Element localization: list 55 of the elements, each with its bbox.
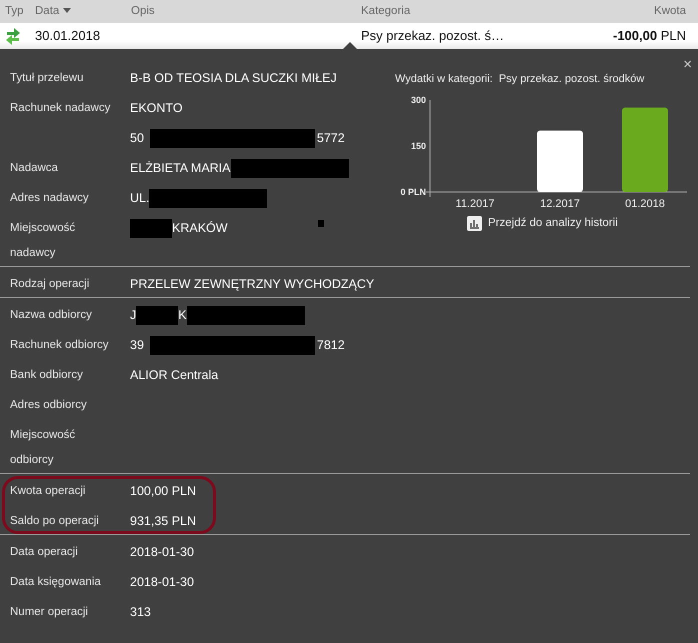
field-label: Rachunek odbiorcy (10, 338, 108, 353)
field-label: Rachunek nadawcy (10, 101, 110, 116)
redaction-bar (136, 306, 178, 325)
chart-title: Wydatki w kategorii: Psy przekaz. pozost. środków (395, 72, 646, 87)
field-value: J (130, 307, 136, 324)
field-value: 931,35 PLN (130, 513, 196, 530)
y-axis-label: 0 PLN (400, 186, 426, 196)
field-label: Data operacji (10, 545, 78, 560)
category-cell: Psy przekaz. pozost. ś… (361, 28, 504, 44)
close-button[interactable]: × (683, 57, 692, 72)
field-label: Saldo po operacji (10, 514, 99, 529)
transfer-arrows-icon (5, 26, 21, 46)
field-value: 7812 (316, 337, 345, 354)
column-header[interactable]: Typ (5, 4, 24, 17)
field-label: Kwota operacji (10, 484, 86, 499)
x-axis-label: 01.2018 (625, 198, 665, 210)
field-value: ELŻBIETA MARIA (130, 160, 230, 177)
y-axis-label: 300 (410, 94, 426, 104)
redaction-bar (130, 219, 172, 238)
column-header[interactable]: Kwota (654, 4, 686, 17)
field-value: ALIOR Centrala (130, 367, 218, 384)
column-header[interactable]: Opis (131, 4, 155, 17)
field-label: Adres nadawcy (10, 191, 89, 206)
history-analysis-link[interactable]: Przejdź do analizy historii (467, 214, 695, 232)
field-label: Data księgowania (10, 575, 101, 590)
field-value: 100,00 PLN (130, 483, 196, 500)
field-label: Miejscowość odbiorcy (10, 428, 76, 468)
field-value: 50 (130, 130, 144, 147)
field-value: KRAKÓW (172, 220, 228, 237)
y-axis-label: 150 (410, 140, 426, 150)
amount-cell: -100,00 PLN (613, 28, 686, 44)
field-value: 2018-01-30 (130, 574, 194, 591)
column-header[interactable]: Kategoria (361, 4, 410, 17)
field-value: 313 (130, 604, 151, 621)
x-axis-label: 12.2017 (540, 198, 580, 210)
field-label: Bank odbiorcy (10, 368, 83, 383)
field-value: 39 (130, 337, 144, 354)
field-value: PRZELEW ZEWNĘTRZNY WYCHODZĄCY (130, 276, 374, 293)
field-label: Nazwa odbiorcy (10, 308, 92, 323)
field-label: Numer operacji (10, 605, 88, 620)
field-value: 5772 (316, 130, 345, 147)
x-axis-label: 11.2017 (456, 198, 494, 210)
field-label: Rodzaj operacji (10, 277, 90, 292)
bar-chart-icon (467, 216, 482, 231)
field-value: UL. (130, 190, 150, 207)
field-label: Adres odbiorcy (10, 398, 87, 413)
field-label: Nadawca (10, 161, 58, 176)
field-value: EKONTO (130, 100, 183, 117)
field-value: K (178, 307, 187, 324)
field-value: 2018-01-30 (130, 544, 194, 561)
date-cell: 30.01.2018 (35, 28, 100, 44)
sort-column-header[interactable]: Data (35, 4, 60, 17)
field-value: B-B OD TEOSIA DLA SUCZKI MIŁEJ (130, 70, 337, 87)
field-label: Tytuł przelewu (10, 71, 84, 86)
field-label: Miejscowość nadawcy (10, 221, 76, 261)
